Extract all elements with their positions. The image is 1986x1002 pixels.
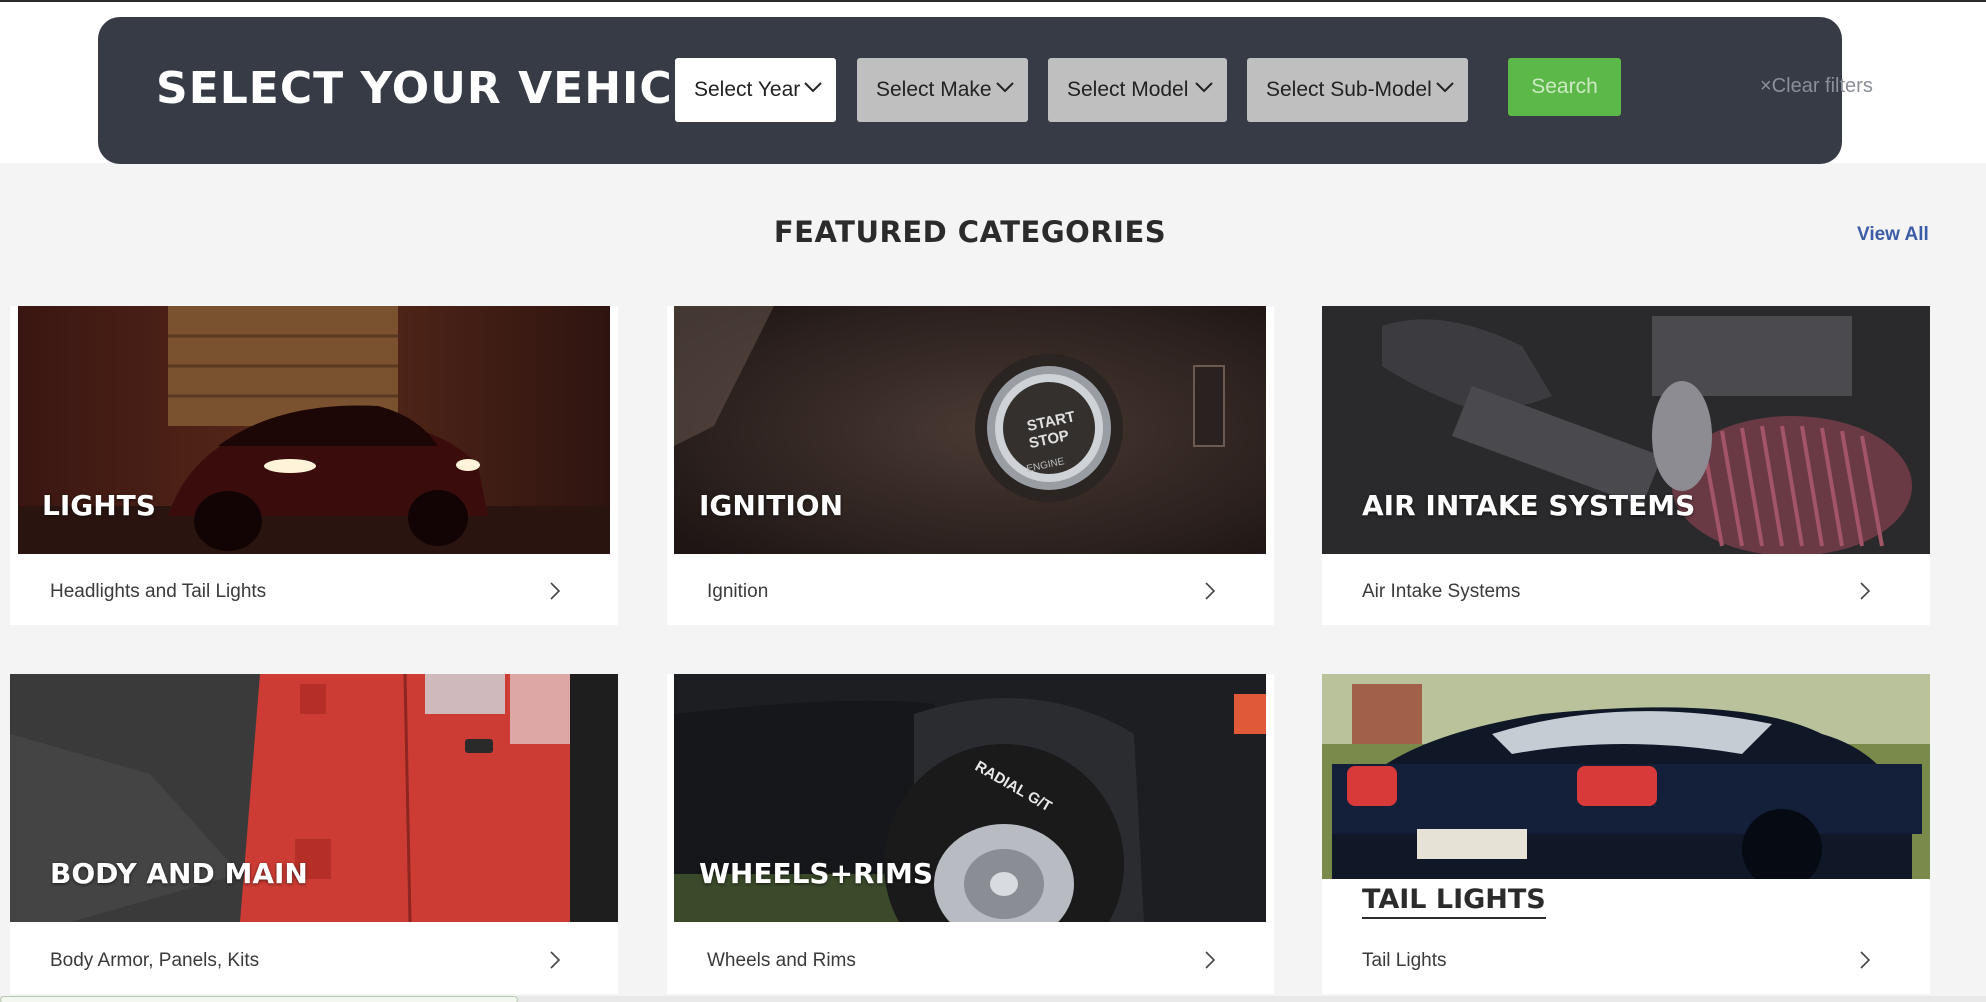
category-description-lights: Headlights and Tail Lights: [50, 581, 267, 602]
select-make-label: Select Make: [876, 78, 992, 101]
bottom-toast-edge: [0, 996, 518, 1002]
category-card-air-intake[interactable]: AIR INTAKE SYSTEMS Air Intake Systems: [1322, 306, 1930, 625]
featured-categories-title: FEATURED CATEGORIES: [773, 215, 1167, 249]
category-description-air-intake: Air Intake Systems: [1362, 581, 1521, 602]
select-model-label: Select Model: [1067, 78, 1189, 101]
chevron-right-icon: [550, 951, 561, 969]
select-model-dropdown[interactable]: Select Model: [1048, 58, 1227, 122]
select-year-dropdown[interactable]: Select Year: [675, 58, 836, 122]
category-description-ignition: Ignition: [707, 581, 769, 602]
chevron-down-icon: [1195, 82, 1213, 93]
top-border: [0, 0, 1986, 2]
chevron-right-icon: [550, 582, 561, 600]
category-description-tail-lights: Tail Lights: [1362, 950, 1447, 971]
chevron-down-icon: [996, 82, 1014, 93]
category-description-wheels-rims: Wheels and Rims: [707, 950, 856, 971]
category-title-ignition: IGNITION: [699, 489, 844, 522]
chevron-right-icon: [1860, 582, 1871, 600]
category-card-ignition[interactable]: START STOP ENGINE IGNITION Ignition: [667, 306, 1274, 625]
category-card-body-and-main[interactable]: BODY AND MAIN Body Armor, Panels, Kits: [10, 674, 618, 994]
select-submodel-label: Select Sub-Model: [1266, 78, 1432, 101]
category-card-tail-lights[interactable]: TAIL LIGHTS Tail Lights: [1322, 674, 1930, 994]
search-button[interactable]: Search: [1508, 58, 1621, 116]
category-card-lights[interactable]: LIGHTS Headlights and Tail Lights: [10, 306, 618, 625]
category-image-tail-lights: [1322, 674, 1930, 879]
select-make-dropdown[interactable]: Select Make: [857, 58, 1028, 122]
chevron-right-icon: [1205, 951, 1216, 969]
chevron-down-icon: [804, 82, 822, 93]
category-title-wheels-rims: WHEELS+RIMS: [699, 857, 934, 890]
chevron-right-icon: [1860, 951, 1871, 969]
clear-filters-link[interactable]: ×Clear filters: [1760, 75, 1873, 98]
category-title-air-intake: AIR INTAKE SYSTEMS: [1362, 489, 1696, 522]
category-title-tail-lights: TAIL LIGHTS: [1362, 884, 1546, 919]
category-description-body-and-main: Body Armor, Panels, Kits: [50, 950, 260, 971]
category-card-wheels-rims[interactable]: RADIAL G/T WHEELS+RIMS Wheels and Rims: [667, 674, 1274, 994]
category-title-body-and-main: BODY AND MAIN: [50, 857, 308, 890]
view-all-link[interactable]: View All: [1857, 224, 1929, 246]
chevron-down-icon: [1436, 82, 1454, 93]
chevron-right-icon: [1205, 582, 1216, 600]
select-submodel-dropdown[interactable]: Select Sub-Model: [1247, 58, 1468, 122]
vehicle-selector-bar: SELECT YOUR VEHICLE Select Year Select M…: [98, 17, 1873, 164]
select-year-label: Select Year: [694, 78, 801, 101]
vehicle-selector-title: SELECT YOUR VEHICLE: [156, 63, 733, 114]
category-title-lights: LIGHTS: [42, 489, 156, 522]
